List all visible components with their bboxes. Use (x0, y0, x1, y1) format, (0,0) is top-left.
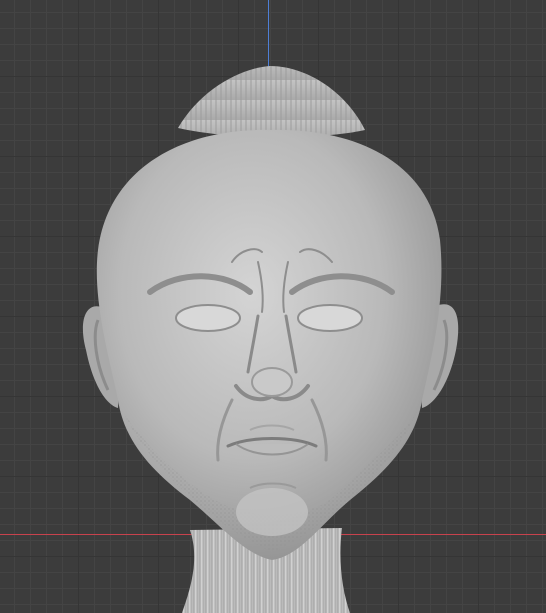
3d-viewport[interactable] (0, 0, 546, 613)
sculpted-head-model[interactable] (0, 0, 546, 613)
hair-shape (178, 66, 365, 138)
